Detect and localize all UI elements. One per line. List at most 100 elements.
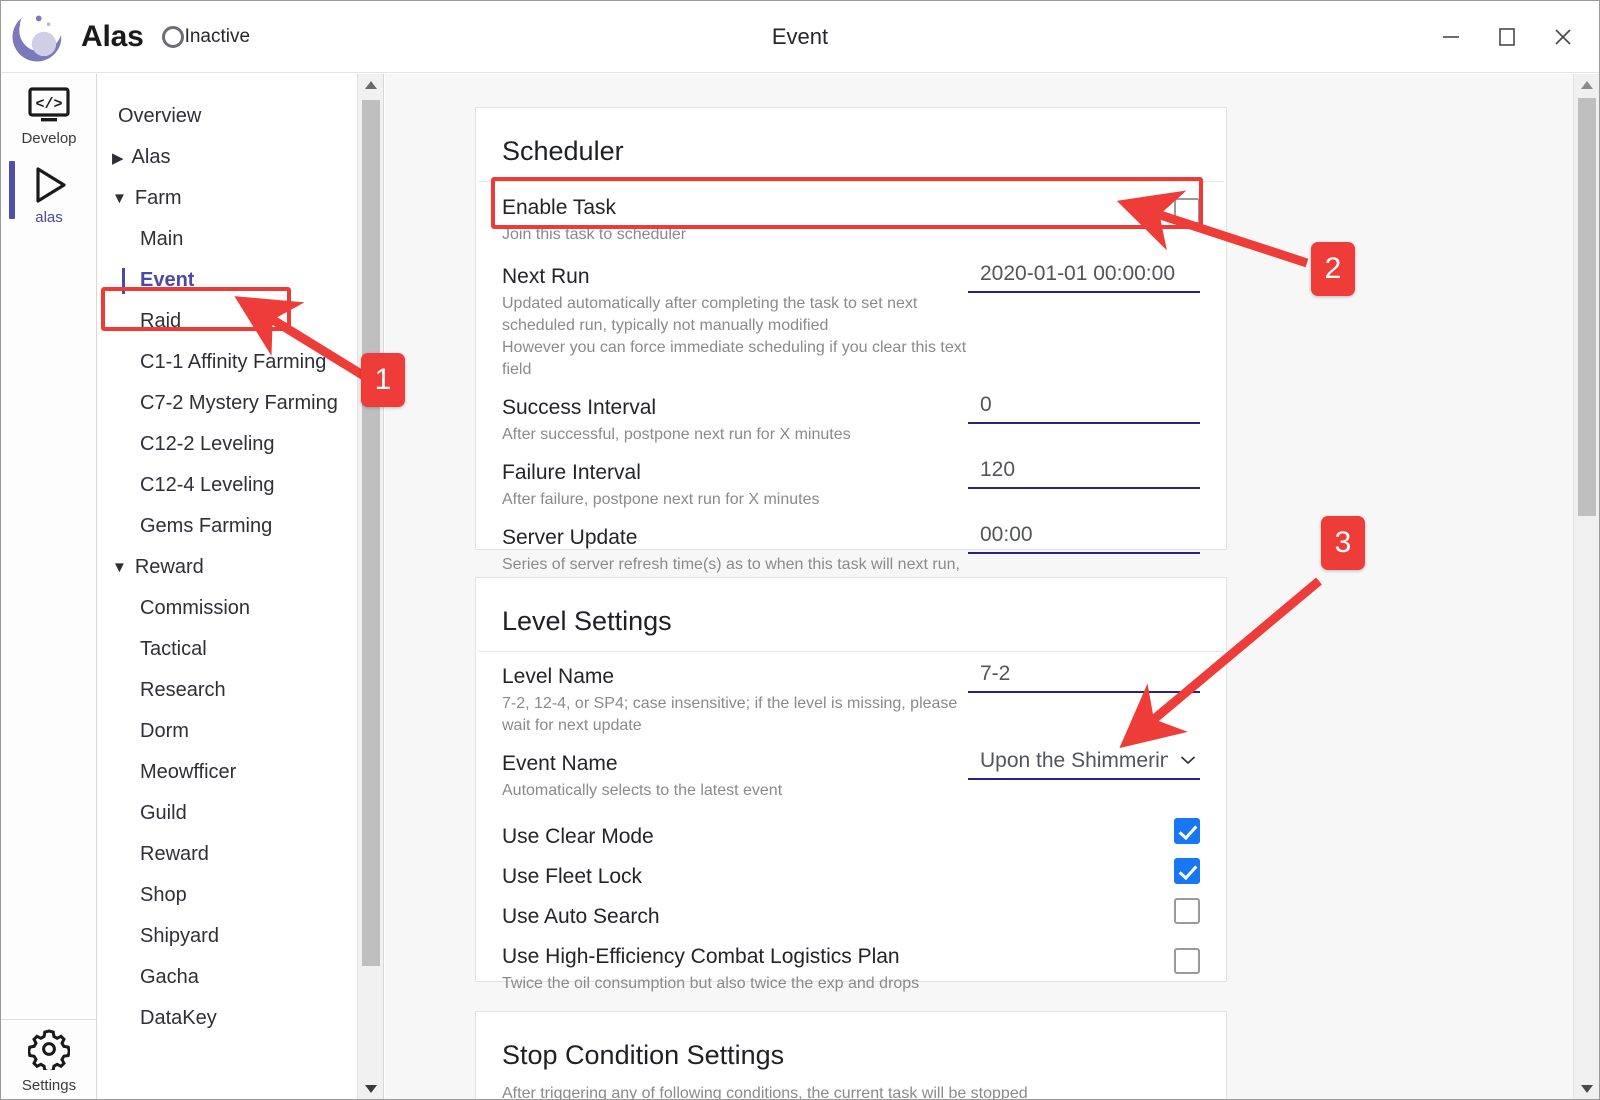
event-name-select-wrap[interactable]: Upon the Shimmering	[968, 747, 1200, 780]
nav-item-label: Shop	[140, 884, 187, 907]
annotation-badge-1: 1	[361, 353, 405, 407]
next-run-input[interactable]: 2020-01-01 00:00:00	[968, 260, 1200, 293]
nav-item-gacha[interactable]: Gacha	[98, 957, 356, 998]
failure-interval-input-wrap[interactable]: 120	[968, 456, 1200, 489]
caret-down-icon: ▼	[112, 559, 127, 576]
stop-condition-title: Stop Condition Settings	[476, 1012, 1226, 1085]
nav-item-reward[interactable]: Reward	[98, 834, 356, 875]
nav-item-main[interactable]: Main	[98, 219, 356, 260]
nav-item-label: Reward	[135, 556, 204, 579]
nav-item-c12-2-leveling[interactable]: C12-2 Leveling	[98, 424, 356, 465]
rail-label-develop: Develop	[21, 130, 76, 147]
nav-item-farm[interactable]: ▼Farm	[98, 178, 356, 219]
nav-item-label: Reward	[140, 843, 209, 866]
success-interval-input-wrap[interactable]: 0	[968, 391, 1200, 424]
server-update-input[interactable]: 00:00	[968, 521, 1200, 554]
use-high-efficiency-desc: Twice the oil consumption but also twice…	[502, 973, 972, 995]
nav-item-label: Raid	[140, 310, 181, 333]
nav-item-commission[interactable]: Commission	[98, 588, 356, 629]
annotation-badge-2: 2	[1311, 242, 1355, 296]
nav-item-datakey[interactable]: DataKey	[98, 998, 356, 1039]
minimize-button[interactable]	[1423, 12, 1479, 62]
nav-item-shipyard[interactable]: Shipyard	[98, 916, 356, 957]
nav-item-meowfficer[interactable]: Meowfficer	[98, 752, 356, 793]
nav-item-shop[interactable]: Shop	[98, 875, 356, 916]
use-fleet-lock-checkbox[interactable]	[1174, 858, 1200, 884]
gear-icon	[28, 1028, 70, 1075]
nav-item-reward[interactable]: ▼ Reward	[98, 547, 356, 588]
enable-task-label: Enable Task	[502, 195, 1200, 221]
main-scroll-down-icon[interactable]	[1574, 1078, 1599, 1100]
close-button[interactable]	[1535, 12, 1591, 62]
nav-item-event[interactable]: Event	[98, 260, 356, 301]
close-icon	[1551, 25, 1575, 49]
enable-task-checkbox[interactable]	[1174, 198, 1200, 224]
scroll-up-icon[interactable]	[358, 74, 384, 96]
nav-item-raid[interactable]: Raid	[98, 301, 356, 342]
server-update-input-wrap[interactable]: 00:00	[968, 521, 1200, 554]
nav-item-overview[interactable]: Overview	[98, 96, 356, 137]
nav-item-tactical[interactable]: Tactical	[98, 629, 356, 670]
rail-item-develop[interactable]: </> Develop	[1, 74, 97, 153]
nav-item-label: C1-1 Affinity Farming	[140, 351, 326, 374]
use-auto-search-checkbox-wrap[interactable]	[1174, 898, 1200, 929]
enable-task-checkbox-wrap[interactable]	[1174, 198, 1200, 229]
nav-item-gems-farming[interactable]: Gems Farming	[98, 506, 356, 547]
event-name-value: Upon the Shimmering	[980, 749, 1168, 773]
use-auto-search-checkbox[interactable]	[1174, 898, 1200, 924]
nav-list: Overview ▶ Alas ▼FarmMainEvent Raid C1-1 Affi…	[98, 74, 356, 1039]
main-scrollbar-thumb[interactable]	[1578, 98, 1596, 516]
use-high-efficiency-label: Use High-Efficiency Combat Logistics Pla…	[502, 944, 1200, 970]
nav-item-dorm[interactable]: Dorm	[98, 711, 356, 752]
scroll-down-icon[interactable]	[358, 1078, 384, 1100]
row-use-auto-search: Use Auto Search	[476, 892, 1226, 932]
event-name-select[interactable]: Upon the Shimmering	[968, 747, 1200, 780]
use-high-efficiency-checkbox-wrap[interactable]	[1174, 948, 1200, 979]
nav-item-research[interactable]: Research	[98, 670, 356, 711]
nav-item-label: Tactical	[140, 638, 207, 661]
nav-item-alas[interactable]: ▶ Alas	[98, 137, 356, 178]
row-level-name: Level Name 7-2, 12-4, or SP4; case insen…	[476, 652, 1226, 745]
minimize-icon	[1440, 26, 1462, 48]
nav-item-label: C12-4 Leveling	[140, 474, 275, 497]
scheduler-card: Scheduler Enable Task Join this task to …	[475, 107, 1227, 550]
nav-item-c12-4-leveling[interactable]: C12-4 Leveling	[98, 465, 356, 506]
use-clear-mode-label: Use Clear Mode	[502, 824, 1200, 850]
rail-item-alas[interactable]: alas	[1, 153, 97, 232]
row-failure-interval: Failure Interval After failure, postpone…	[476, 454, 1226, 519]
nav-item-c7-2-mystery-farming[interactable]: C7-2 Mystery Farming	[98, 383, 356, 424]
next-run-input-wrap[interactable]: 2020-01-01 00:00:00	[968, 260, 1200, 293]
use-fleet-lock-checkbox-wrap[interactable]	[1174, 858, 1200, 889]
next-run-desc: Updated automatically after completing t…	[502, 293, 970, 381]
nav-item-label: Gacha	[140, 966, 199, 989]
level-name-input-wrap[interactable]: 7-2	[968, 660, 1200, 693]
stop-condition-desc: After triggering any of following condit…	[476, 1085, 1226, 1100]
window-controls	[1423, 1, 1591, 73]
nav-item-label: DataKey	[140, 1007, 217, 1030]
nav-item-label: C7-2 Mystery Farming	[140, 392, 338, 415]
failure-interval-input[interactable]: 120	[968, 456, 1200, 489]
nav-item-label: Meowfficer	[140, 761, 236, 784]
rail-item-settings[interactable]: Settings	[1, 1019, 97, 1094]
level-name-input[interactable]: 7-2	[968, 660, 1200, 693]
nav-item-guild[interactable]: Guild	[98, 793, 356, 834]
enable-task-desc: Join this task to scheduler	[502, 224, 972, 246]
maximize-button[interactable]	[1479, 12, 1535, 62]
play-icon	[28, 163, 70, 207]
nav-item-label: Alas	[132, 146, 171, 169]
rail-label-settings: Settings	[22, 1077, 76, 1094]
nav-scrollbar-thumb[interactable]	[362, 100, 380, 966]
main-scroll-up-icon[interactable]	[1574, 74, 1599, 96]
success-interval-input[interactable]: 0	[968, 391, 1200, 424]
row-next-run: Next Run Updated automatically after com…	[476, 254, 1226, 389]
use-clear-mode-checkbox-wrap[interactable]	[1174, 818, 1200, 849]
use-high-efficiency-checkbox[interactable]	[1174, 948, 1200, 974]
caret-right-icon: ▶	[112, 149, 124, 167]
use-clear-mode-checkbox[interactable]	[1174, 818, 1200, 844]
main-scrollbar[interactable]	[1573, 74, 1599, 1100]
app-window: Alas Inactive Event	[0, 0, 1600, 1100]
nav-item-c1-1-affinity-farming[interactable]: C1-1 Affinity Farming	[98, 342, 356, 383]
success-interval-desc: After successful, postpone next run for …	[502, 424, 972, 446]
nav-scrollbar[interactable]	[357, 74, 383, 1100]
rail-label-alas: alas	[35, 209, 63, 226]
